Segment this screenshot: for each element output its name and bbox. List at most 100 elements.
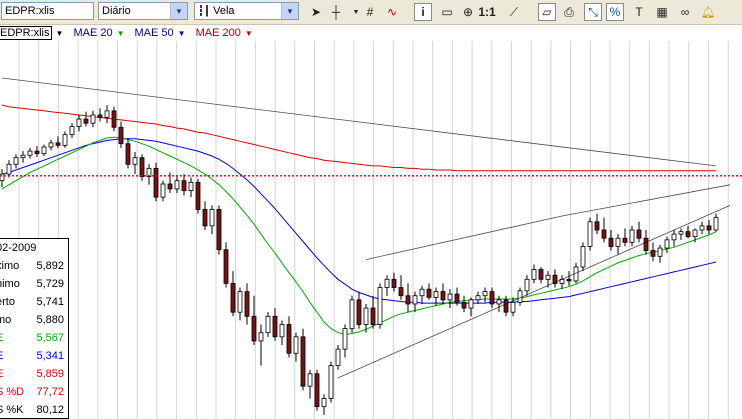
eraser-icon[interactable]: ▱	[538, 3, 556, 21]
symbol-combo[interactable]: EDPR:xlis	[1, 2, 94, 20]
cursor-icon[interactable]: ➤	[307, 3, 325, 21]
zoom-label-text: 1:1	[478, 5, 496, 19]
chevron-down-icon[interactable]: ▼	[170, 3, 187, 19]
candle-body	[335, 348, 341, 366]
data-window-label: E	[0, 350, 3, 362]
chevron-down-icon[interactable]: ▼	[281, 3, 298, 19]
compare-icon[interactable]: %	[606, 3, 624, 21]
data-window-label: E	[0, 368, 3, 380]
candle-body	[153, 167, 159, 198]
candle-body	[713, 217, 719, 231]
data-window-value: 5,859	[36, 368, 64, 380]
data-window-row: S %K 80,12	[0, 401, 64, 418]
candle-body	[664, 239, 670, 249]
candle-body	[55, 142, 61, 146]
data-window-value: 5,341	[36, 350, 64, 362]
data-window-row: E 5,567	[0, 329, 64, 347]
grid-icon[interactable]: #	[361, 3, 379, 21]
trendline	[1, 77, 717, 167]
data-window-row: E 5,341	[0, 347, 64, 365]
candle-body	[692, 229, 698, 237]
candle-body	[419, 288, 425, 297]
chevron-down-icon[interactable]: ▼	[56, 29, 64, 38]
candle-body	[244, 291, 250, 317]
candle-icon: ┇┃	[198, 6, 211, 17]
ma50-line	[1, 138, 717, 304]
candle-body	[608, 237, 614, 247]
candle-body	[251, 315, 257, 342]
candle-body	[41, 146, 47, 154]
legend-ma50[interactable]: MAE 50 ▼	[135, 27, 186, 39]
data-window-label: S %D	[0, 386, 25, 398]
alert-icon[interactable]: 🔔︎	[699, 3, 717, 21]
candle-body	[83, 118, 89, 124]
text-icon[interactable]: T	[630, 3, 648, 21]
candle-body	[272, 315, 278, 338]
indicator-legend: EDPR:xlis ▼ MAE 20 ▼ MAE 50 ▼ MAE 200 ▼	[0, 25, 742, 41]
candle-body	[286, 324, 292, 354]
data-window-row: S %D 77,72	[0, 383, 64, 401]
legend-symbol[interactable]: EDPR:xlis ▼	[0, 26, 63, 40]
info-icon[interactable]: i	[414, 3, 432, 21]
chart-type-select[interactable]: ┇┃ Vela ▼	[194, 2, 299, 20]
link-icon[interactable]: ∞	[676, 3, 694, 21]
symbol-combo-value: EDPR:xlis	[5, 5, 55, 17]
table-icon[interactable]: ▦	[653, 3, 671, 21]
data-window-label: erto	[0, 296, 15, 308]
data-window-row: E 5,859	[0, 365, 64, 383]
candle-body	[69, 126, 75, 136]
data-window-value: 5,892	[36, 260, 64, 272]
chevron-down-icon[interactable]: ▼	[117, 29, 125, 38]
candle-body	[34, 150, 40, 154]
candle-body	[216, 209, 222, 251]
trendline	[365, 215, 563, 260]
candle-body	[650, 250, 656, 257]
legend-ma20[interactable]: MAE 20 ▼	[73, 27, 124, 39]
period-select-value: Diário	[102, 5, 131, 17]
candle-body	[321, 398, 327, 408]
candle-body	[503, 299, 509, 313]
candle-body	[685, 231, 691, 237]
zoom-label[interactable]: 1:1	[478, 3, 496, 21]
data-window-label: E	[0, 332, 3, 344]
legend-ma50-label: MAE 50	[134, 27, 174, 39]
data-window-label: ximo	[0, 260, 20, 272]
candle-body	[27, 150, 33, 156]
candle-body	[384, 278, 390, 288]
chevron-down-icon[interactable]: ▼	[178, 29, 186, 38]
candle-body	[622, 237, 628, 243]
candle-body	[181, 180, 187, 191]
candle-body	[104, 110, 110, 118]
candle-body	[601, 229, 607, 239]
candle-body	[356, 299, 362, 325]
print-icon[interactable]: ⎙	[560, 3, 578, 21]
legend-symbol-label: EDPR:xlis	[0, 26, 52, 40]
scroll-icon[interactable]: ▭	[438, 3, 456, 21]
trendline	[337, 204, 731, 379]
candle-body	[706, 225, 712, 231]
candle-body	[349, 299, 355, 330]
candle-body	[293, 336, 299, 354]
candle-body	[524, 278, 530, 292]
candle-body	[209, 209, 215, 227]
candle-body	[328, 365, 334, 399]
candle-body	[412, 295, 418, 305]
data-window: 02-2009 ximo 5,892 nimo 5,729 erto 5,741 mo 5,8…	[0, 238, 69, 419]
fit-icon[interactable]: ⤡	[584, 3, 602, 21]
price-chart[interactable]	[0, 41, 742, 419]
indicator-icon[interactable]: ∿	[383, 3, 401, 21]
candle-body	[307, 373, 313, 387]
crosshair-icon[interactable]: ┼	[327, 3, 345, 21]
candle-body	[314, 373, 320, 408]
candle-body	[342, 328, 348, 350]
zoom-in-icon[interactable]: ⊕	[459, 3, 477, 21]
candle-body	[517, 290, 523, 303]
data-window-date: 02-2009	[0, 239, 64, 257]
candle-body	[657, 247, 663, 257]
legend-ma200[interactable]: MAE 200 ▼	[196, 27, 253, 39]
chevron-down-icon[interactable]: ▼	[245, 29, 253, 38]
line-tool-icon[interactable]: ⟋	[505, 3, 523, 21]
trendline	[561, 184, 731, 217]
period-select[interactable]: Diário ▼	[98, 2, 188, 20]
data-window-value: 80,12	[36, 404, 64, 416]
